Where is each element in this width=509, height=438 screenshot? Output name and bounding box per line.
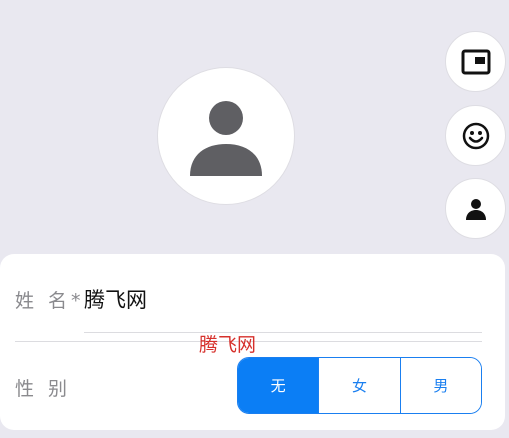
person-icon: [190, 101, 262, 176]
smiley-icon: [462, 122, 489, 149]
contact-button[interactable]: [445, 178, 506, 239]
picture-in-picture-button[interactable]: [445, 31, 506, 92]
gender-selector: 无 女 男: [237, 357, 482, 414]
emoji-button[interactable]: [445, 105, 506, 166]
gender-option-none[interactable]: 无: [238, 358, 319, 413]
name-label: 姓 名*: [15, 290, 85, 312]
profile-form-card: 姓 名* 腾飞网 腾飞网 性 别 无 女 男: [0, 254, 505, 430]
profile-avatar[interactable]: [157, 67, 295, 205]
picture-in-picture-icon: [461, 49, 490, 74]
gender-option-female[interactable]: 女: [318, 358, 400, 413]
gender-option-male[interactable]: 男: [399, 358, 481, 413]
name-underline: [84, 332, 482, 333]
gender-label: 性 别: [15, 378, 72, 400]
person-icon: [465, 198, 486, 220]
name-input[interactable]: [84, 280, 482, 316]
watermark-text: 腾飞网: [199, 334, 257, 356]
